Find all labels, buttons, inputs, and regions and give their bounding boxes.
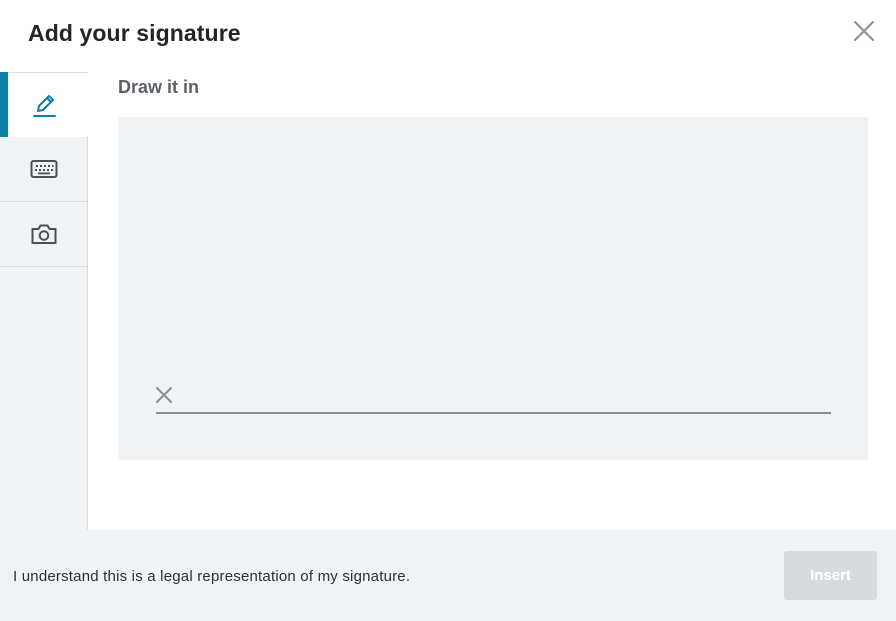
dialog-title: Add your signature: [28, 20, 241, 46]
tab-upload-photo[interactable]: [0, 202, 87, 267]
tab-draw[interactable]: [0, 72, 88, 138]
signature-baseline: [156, 412, 831, 414]
legal-disclaimer: I understand this is a legal representat…: [13, 568, 411, 585]
signature-dialog: Add your signature Draw it in I understa…: [0, 0, 896, 621]
signature-mode-tabs: [0, 72, 88, 530]
insert-button[interactable]: Insert: [784, 551, 877, 600]
x-mark-icon: [156, 387, 172, 403]
close-icon: [854, 21, 874, 41]
close-button[interactable]: [850, 17, 878, 45]
draw-section-label: Draw it in: [118, 77, 200, 97]
pen-icon: [33, 95, 56, 117]
camera-icon: [31, 224, 56, 244]
signature-draw-canvas[interactable]: [118, 117, 868, 460]
dialog-footer: I understand this is a legal representat…: [0, 530, 896, 621]
tab-type[interactable]: [0, 137, 87, 202]
keyboard-icon: [30, 160, 57, 178]
